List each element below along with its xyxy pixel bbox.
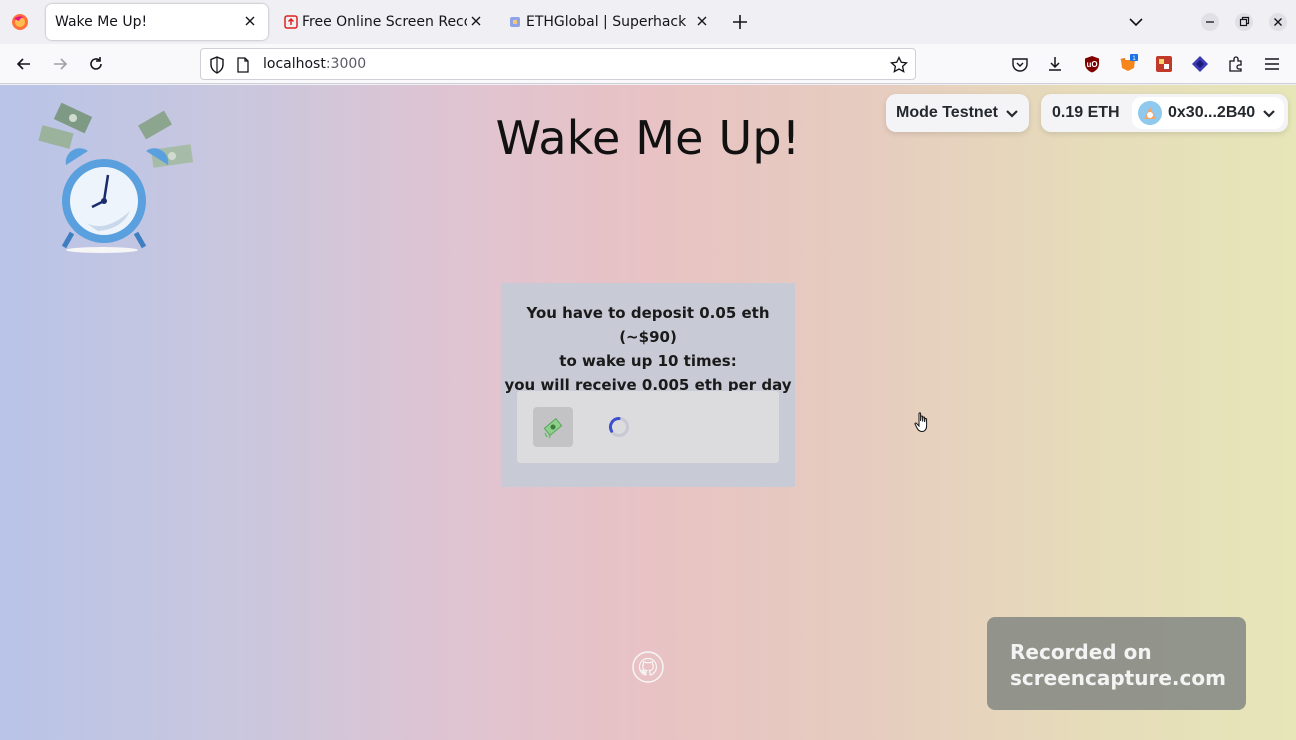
address-label: 0x30...2B40 xyxy=(1168,104,1256,121)
shield-icon[interactable] xyxy=(207,55,227,75)
tab-ethglobal[interactable]: ETHGlobal | Superhack xyxy=(496,4,718,40)
navigation-bar: localhost:3000 uO 1 xyxy=(0,44,1296,84)
github-icon[interactable] xyxy=(632,651,664,683)
svg-text:uO: uO xyxy=(1086,60,1097,69)
cursor-icon xyxy=(914,412,928,433)
chevron-down-icon xyxy=(1006,110,1018,118)
loading-spinner-icon xyxy=(609,416,629,437)
ublock-icon[interactable]: uO xyxy=(1082,54,1102,74)
tab-title: Wake Me Up! xyxy=(55,14,148,30)
network-selector-button[interactable]: Mode Testnet xyxy=(886,94,1029,132)
screen-recorder-favicon-icon xyxy=(284,15,298,29)
watermark-line-1: Recorded on xyxy=(1010,640,1152,664)
extension-icon[interactable] xyxy=(1154,54,1174,74)
new-tab-icon[interactable] xyxy=(730,12,750,32)
deposit-card: You have to deposit 0.05 eth (~$90) to w… xyxy=(501,283,795,487)
deposit-button[interactable] xyxy=(533,407,573,447)
deposit-description: You have to deposit 0.05 eth (~$90) to w… xyxy=(501,301,795,397)
app-page: Wake Me Up! Mode Testnet 0.19 ETH 0x30..… xyxy=(0,85,1296,740)
url-text[interactable]: localhost:3000 xyxy=(263,56,366,72)
back-icon[interactable] xyxy=(14,54,34,74)
tab-list-icon[interactable] xyxy=(1126,12,1146,32)
url-port: :3000 xyxy=(325,56,367,72)
download-icon[interactable] xyxy=(1045,54,1065,74)
reload-icon[interactable] xyxy=(86,54,106,74)
chevron-down-icon xyxy=(1263,110,1275,118)
url-host: localhost xyxy=(263,56,326,72)
minimize-icon[interactable] xyxy=(1200,12,1220,32)
close-window-icon[interactable] xyxy=(1268,12,1288,32)
deposit-line-1: You have to deposit 0.05 eth (~$90) xyxy=(526,304,770,346)
puzzle-icon[interactable] xyxy=(1226,54,1246,74)
close-icon[interactable] xyxy=(242,13,258,29)
firefox-icon[interactable] xyxy=(10,12,30,32)
page-icon xyxy=(237,57,249,73)
deposit-line-2: to wake up 10 times: xyxy=(559,352,737,370)
tab-title: Free Online Screen Recor xyxy=(302,14,467,30)
balance-label: 0.19 ETH xyxy=(1052,104,1120,121)
pocket-icon[interactable] xyxy=(1010,54,1030,74)
menu-icon[interactable] xyxy=(1262,54,1282,74)
watermark-line-2: screencapture.com xyxy=(1010,666,1226,690)
bookmark-star-icon[interactable] xyxy=(889,55,909,75)
avatar-emoji-icon xyxy=(1138,101,1162,125)
tab-bar: Wake Me Up! Free Online Screen Recor ETH… xyxy=(0,0,1296,44)
network-label: Mode Testnet xyxy=(896,104,998,121)
metamask-icon[interactable]: 1 xyxy=(1118,54,1138,74)
tab-title: ETHGlobal | Superhack xyxy=(526,14,687,30)
wallet-extension-icon[interactable] xyxy=(1190,54,1210,74)
money-icon xyxy=(543,418,563,439)
restore-icon[interactable] xyxy=(1234,12,1254,32)
watermark-text: Recorded on screencapture.com xyxy=(1010,639,1240,691)
ethglobal-favicon-icon xyxy=(510,17,520,27)
address-pill[interactable]: 0x30...2B40 xyxy=(1132,97,1284,129)
account-button[interactable]: 0.19 ETH 0x30...2B40 xyxy=(1041,94,1288,132)
close-icon[interactable] xyxy=(468,13,484,29)
deposit-action-panel xyxy=(517,391,779,463)
recording-watermark: Recorded on screencapture.com xyxy=(987,617,1246,710)
forward-icon[interactable] xyxy=(50,54,70,74)
url-bar[interactable]: localhost:3000 xyxy=(200,48,916,80)
close-icon[interactable] xyxy=(694,13,710,29)
tab-wake-me-up[interactable]: Wake Me Up! xyxy=(46,4,268,40)
avatar xyxy=(1138,101,1162,125)
tab-screen-recorder[interactable]: Free Online Screen Recor xyxy=(272,4,490,40)
